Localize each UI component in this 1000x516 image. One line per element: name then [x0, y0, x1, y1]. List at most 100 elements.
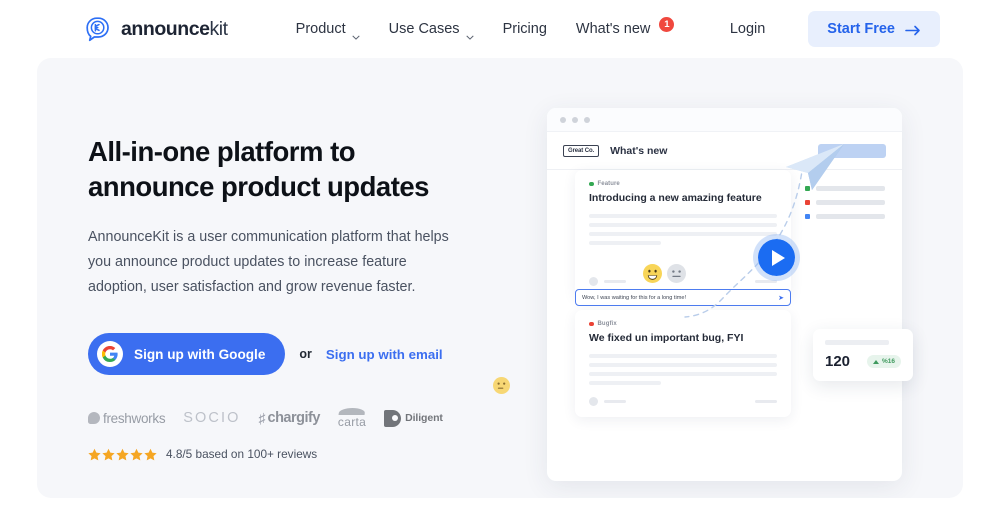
post-date-placeholder [755, 400, 777, 403]
carta-swoosh-icon [338, 408, 366, 415]
logo-diligent-label: Diligent [405, 412, 443, 424]
brand-name-light: kit [209, 17, 229, 40]
product-widget-mockup: Great Co. What's new Feature Introducing… [547, 108, 902, 481]
nav-item-use-cases[interactable]: Use Cases [388, 21, 474, 40]
post-tag-feature: Feature [575, 170, 791, 187]
nav-item-product[interactable]: Product [295, 21, 360, 40]
post-tag-label: Bugfix [597, 321, 617, 327]
hero-illustration: Great Co. What's new Feature Introducing… [493, 94, 945, 489]
brand-name-bold: announce [121, 17, 210, 40]
list-line-placeholder [816, 200, 885, 205]
post-title: We fixed un important bug, FYI [589, 332, 744, 344]
stats-value: 120 [825, 353, 851, 370]
post-body-line [589, 381, 661, 385]
reaction-row[interactable] [643, 264, 686, 283]
nav-item-whats-new[interactable]: What's new 1 [575, 16, 675, 37]
post-body-line [589, 363, 777, 367]
headline-line-2: announce product updates [88, 171, 429, 202]
landing-page: announcekit Product Use Cases Pricing Wh… [0, 0, 1000, 516]
hero-section: All-in-one platform to announce product … [37, 58, 963, 498]
logo-freshworks-label: freshworks [103, 410, 166, 426]
list-dot-icon [805, 200, 810, 205]
list-item[interactable] [805, 214, 885, 219]
window-maximize-dot-icon [584, 116, 590, 123]
nav-item-use-cases-label: Use Cases [388, 21, 460, 37]
hero-description: AnnounceKit is a user communication plat… [88, 229, 449, 295]
widget-title: What's new [610, 144, 668, 157]
logo-socio-label: SOCIO [183, 410, 241, 426]
headline-line-1: All-in-one platform to [88, 136, 356, 167]
nav-actions: Login Start Free [730, 11, 940, 47]
post-body-line [589, 214, 777, 218]
post-title: Introducing a new amazing feature [589, 192, 762, 204]
start-free-button[interactable]: Start Free [808, 11, 940, 47]
post-body-line [589, 241, 661, 245]
grinning-emoji-icon[interactable] [643, 264, 662, 283]
logo-carta: carta [338, 408, 366, 428]
post-tag-bugfix: Bugfix [575, 310, 791, 327]
list-line-placeholder [816, 214, 885, 219]
post-body-line [589, 354, 777, 358]
stats-label-placeholder [825, 340, 889, 345]
widget-post-bugfix[interactable]: Bugfix We fixed un important bug, FYI [575, 310, 791, 417]
navbar: announcekit Product Use Cases Pricing Wh… [0, 0, 1000, 58]
star-rating [88, 448, 157, 461]
logo-chargify-label: chargify [267, 410, 321, 426]
google-icon [97, 341, 123, 367]
chargify-mark-icon: ♯ [258, 410, 266, 426]
signup-email-link[interactable]: Sign up with email [326, 347, 443, 362]
announcekit-logo-icon [84, 15, 112, 43]
neutral-emoji-icon[interactable] [667, 264, 686, 283]
brand-name: announcekit [121, 18, 228, 41]
stats-row: 120 %16 [825, 353, 901, 370]
rating-label: 4.8/5 based on 100+ reviews [166, 447, 318, 461]
signup-google-button[interactable]: Sign up with Google [88, 333, 286, 375]
company-badge: Great Co. [563, 144, 600, 157]
play-icon [772, 249, 785, 266]
comment-input-value: Wow, I was waiting for this for a long t… [582, 294, 687, 301]
nav-item-whats-new-label: What's new [575, 21, 651, 37]
brand-logo[interactable]: announcekit [84, 15, 228, 43]
chevron-down-icon [351, 28, 360, 40]
stats-change-badge: %16 [866, 355, 901, 368]
post-body-line [589, 223, 777, 227]
avatar [589, 277, 598, 286]
login-link[interactable]: Login [730, 21, 765, 37]
client-logos: freshworks SOCIO ♯ chargify carta Dilige… [88, 407, 488, 429]
window-minimize-dot-icon [572, 116, 578, 123]
nav-item-product-label: Product [295, 21, 346, 37]
logo-freshworks: freshworks [88, 410, 166, 426]
post-body-line [589, 232, 777, 236]
play-video-button[interactable] [753, 234, 800, 281]
post-tag-label: Feature [597, 181, 620, 187]
logo-carta-label: carta [337, 415, 367, 429]
star-icon [102, 448, 115, 461]
widget-header: Great Co. What's new [547, 132, 902, 170]
avatar [589, 397, 598, 406]
post-footer [575, 397, 791, 406]
diligent-mark-icon [384, 409, 402, 427]
freshworks-mark-icon [88, 412, 100, 424]
window-close-dot-icon [560, 116, 566, 123]
nav-item-pricing[interactable]: Pricing [503, 21, 547, 37]
stats-change-label: %16 [881, 358, 895, 365]
comment-input[interactable]: Wow, I was waiting for this for a long t… [575, 289, 791, 306]
post-author-placeholder [604, 280, 626, 283]
logo-socio: SOCIO [183, 410, 240, 426]
or-separator: or [299, 347, 312, 361]
rating-row: 4.8/5 based on 100+ reviews [88, 447, 488, 461]
post-author-placeholder [604, 400, 626, 403]
star-icon [88, 448, 101, 461]
list-item[interactable] [805, 200, 885, 205]
browser-titlebar [547, 108, 902, 132]
star-icon [116, 448, 129, 461]
page-title: All-in-one platform to announce product … [88, 134, 488, 204]
start-free-label: Start Free [827, 21, 895, 37]
arrow-up-icon [872, 359, 879, 364]
nav-links: Product Use Cases Pricing What's new 1 [295, 16, 675, 40]
whats-new-count-badge: 1 [659, 16, 675, 32]
hero-copy: All-in-one platform to announce product … [88, 134, 488, 461]
send-icon[interactable]: ➤ [778, 294, 784, 302]
stats-card: 120 %16 [813, 329, 913, 381]
winking-emoji-icon [493, 377, 510, 394]
